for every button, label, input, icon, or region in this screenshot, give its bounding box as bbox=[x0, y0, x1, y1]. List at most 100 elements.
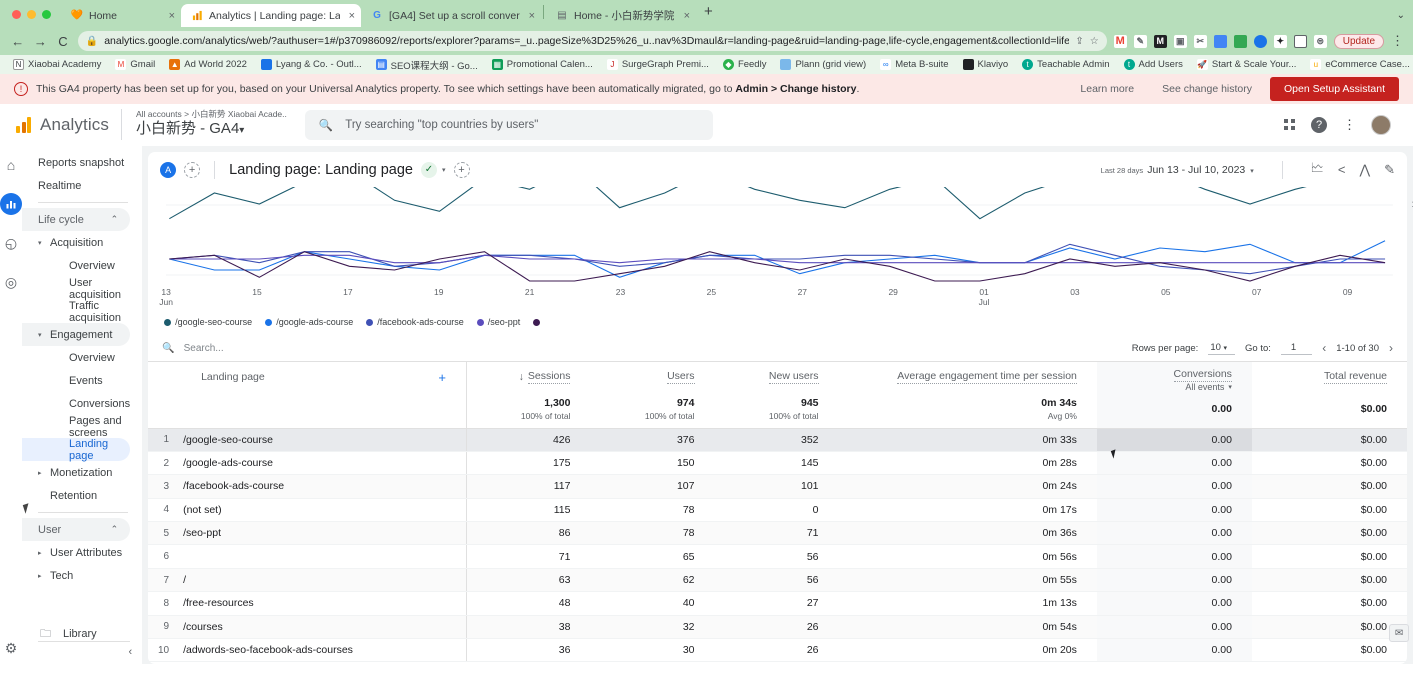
bookmark-item[interactable]: ∞Meta B-suite bbox=[873, 59, 955, 70]
account-selector[interactable]: All accounts > 小白新势 Xiaobai Acade.. 小白新势… bbox=[121, 109, 287, 140]
bookmark-item[interactable]: Klaviyo bbox=[956, 59, 1016, 70]
expand-arrow-icon[interactable]: ▾ bbox=[38, 239, 50, 247]
chevron-down-icon[interactable]: ⌄ bbox=[1397, 10, 1405, 21]
chevron-down-icon[interactable]: ▾ bbox=[239, 125, 244, 136]
bookmark-item[interactable]: Plann (grid view) bbox=[773, 59, 873, 70]
row-landing-page[interactable]: (not set) bbox=[177, 498, 466, 521]
m-extension-icon[interactable]: M bbox=[1154, 35, 1167, 48]
apps-grid-icon[interactable] bbox=[1284, 119, 1295, 130]
legend-item-4[interactable] bbox=[533, 317, 544, 327]
chevron-up-icon[interactable]: ⌃ bbox=[111, 524, 119, 535]
th-sessions[interactable]: ↓Sessions bbox=[466, 362, 590, 393]
green-extension-icon[interactable] bbox=[1234, 35, 1247, 48]
check-badge-icon[interactable]: ✓ bbox=[421, 162, 437, 178]
conversions-event-selector[interactable]: All events▾ bbox=[1097, 382, 1252, 392]
sidebar-item-acquisition-overview[interactable]: Overview bbox=[22, 254, 130, 277]
edit-icon[interactable]: ✎ bbox=[1384, 162, 1395, 178]
bookmark-item[interactable]: tAdd Users bbox=[1117, 59, 1190, 70]
insights-icon[interactable]: 🗠 bbox=[1311, 159, 1324, 181]
row-landing-page[interactable]: /google-seo-course bbox=[177, 428, 466, 451]
add-dimension-button[interactable]: + bbox=[438, 370, 446, 385]
sidebar-section-user[interactable]: User ⌃ bbox=[22, 518, 130, 541]
browser-menu-button[interactable]: ⋮ bbox=[1391, 33, 1403, 49]
chevron-up-icon[interactable]: ⌃ bbox=[111, 214, 119, 225]
clip-icon[interactable]: ✂ bbox=[1194, 35, 1207, 48]
mailchimp-icon[interactable]: M bbox=[1114, 35, 1127, 48]
analytics-logo[interactable]: Analytics bbox=[10, 115, 109, 135]
expand-arrow-icon[interactable]: ▾ bbox=[38, 331, 50, 339]
sidebar-item-realtime[interactable]: Realtime bbox=[22, 174, 130, 197]
update-button[interactable]: Update bbox=[1334, 34, 1384, 49]
next-page-button[interactable]: › bbox=[1389, 341, 1393, 355]
th-total-revenue[interactable]: Total revenue bbox=[1252, 362, 1407, 393]
row-landing-page[interactable]: /google-ads-course bbox=[177, 451, 466, 474]
sidebar-item-conversions[interactable]: Conversions bbox=[22, 392, 130, 415]
chevron-down-icon[interactable]: ▾ bbox=[442, 166, 446, 174]
table-row[interactable]: 2/google-ads-course1751501450m 28s0.00$0… bbox=[148, 451, 1407, 474]
goto-input[interactable]: 1 bbox=[1281, 342, 1312, 355]
open-setup-assistant-button[interactable]: Open Setup Assistant bbox=[1270, 77, 1399, 101]
sidebar-item-acquisition[interactable]: ▾Acquisition bbox=[22, 231, 130, 254]
chevron-down-icon[interactable]: ▾ bbox=[1224, 345, 1228, 352]
back-button[interactable]: ← bbox=[10, 34, 26, 49]
rows-per-page-select[interactable]: 10 ▾ bbox=[1208, 342, 1235, 355]
bookmark-item[interactable]: ▲Ad World 2022 bbox=[162, 59, 254, 70]
share-icon[interactable]: ⇪ bbox=[1075, 36, 1083, 47]
sidebar-item-landing-page[interactable]: Landing page bbox=[22, 438, 130, 461]
learn-more-link[interactable]: Learn more bbox=[1070, 83, 1144, 95]
sidebar-item-tech[interactable]: ▸Tech bbox=[22, 564, 130, 587]
table-row[interactable]: 10/adwords-seo-facebook-ads-courses36302… bbox=[148, 639, 1407, 662]
legend-item-2[interactable]: /facebook-ads-course bbox=[366, 317, 464, 327]
chevron-down-icon[interactable]: ▾ bbox=[1228, 383, 1232, 391]
star-icon[interactable]: ☆ bbox=[1090, 36, 1099, 47]
gear-icon[interactable]: ⚙ bbox=[0, 642, 22, 664]
row-landing-page[interactable]: /seo-ppt bbox=[177, 522, 466, 545]
bookmark-item[interactable]: ▤SEO课程大纲 - Go... bbox=[369, 58, 485, 72]
bookmark-item[interactable]: ▦Promotional Calen... bbox=[485, 59, 600, 70]
table-row[interactable]: 8/free-resources4840271m 13s0.00$0.00 bbox=[148, 592, 1407, 615]
more-options-icon[interactable]: ⋮ bbox=[1343, 117, 1355, 133]
minimize-window-button[interactable] bbox=[27, 10, 36, 19]
row-landing-page[interactable]: /adwords-seo-facebook-ads-courses bbox=[177, 639, 466, 662]
th-users[interactable]: Users bbox=[590, 362, 714, 393]
advertising-icon[interactable]: ◎ bbox=[0, 271, 22, 293]
table-row[interactable]: 4(not set)1157800m 17s0.00$0.00 bbox=[148, 498, 1407, 521]
table-row[interactable]: 67165560m 56s0.00$0.00 bbox=[148, 545, 1407, 568]
table-search[interactable]: 🔍 Search... bbox=[162, 343, 223, 354]
sidebar-item-engagement[interactable]: ▾Engagement bbox=[22, 323, 130, 346]
feedback-button[interactable]: ✉ bbox=[1389, 624, 1409, 642]
sidebar-item-pages-and-screens[interactable]: Pages and screens bbox=[22, 415, 130, 438]
see-change-history-link[interactable]: See change history bbox=[1152, 83, 1262, 95]
bookmark-item[interactable]: ◆Feedly bbox=[716, 59, 774, 70]
close-tab-button[interactable]: × bbox=[681, 10, 690, 22]
pencil-icon[interactable]: ✎ bbox=[1134, 35, 1147, 48]
line-chart[interactable]: 10 0 13Jun151719212325272901Jul03050709 bbox=[166, 187, 1393, 315]
bookmark-item[interactable]: Lyang & Co. - Outl... bbox=[254, 59, 369, 70]
table-row[interactable]: 3/facebook-ads-course1171071010m 24s0.00… bbox=[148, 475, 1407, 498]
bookmark-item[interactable]: JSurgeGraph Premi... bbox=[600, 59, 716, 70]
sidebar-section-life-cycle[interactable]: Life cycle ⌃ bbox=[22, 208, 130, 231]
browser-tab-3[interactable]: ▤ Home - 小白新势学院 × bbox=[546, 4, 696, 27]
bookmark-item[interactable]: tTeachable Admin bbox=[1015, 59, 1116, 70]
bookmark-item[interactable]: 🚀Start & Scale Your... bbox=[1190, 59, 1304, 70]
window-controls[interactable] bbox=[8, 10, 61, 27]
share-icon[interactable]: < bbox=[1338, 162, 1346, 177]
legend-item-0[interactable]: /google-seo-course bbox=[164, 317, 252, 327]
forward-button[interactable]: → bbox=[33, 34, 49, 49]
reports-icon[interactable] bbox=[0, 193, 22, 215]
add-comparison-button[interactable]: + bbox=[184, 162, 200, 178]
sidebar-item-traffic-acquisition[interactable]: Traffic acquisition bbox=[22, 300, 130, 323]
row-landing-page[interactable]: /facebook-ads-course bbox=[177, 475, 466, 498]
legend-item-1[interactable]: /google-ads-course bbox=[265, 317, 353, 327]
global-search-box[interactable]: 🔍 Try searching "top countries by users" bbox=[305, 110, 713, 140]
th-new-users[interactable]: New users bbox=[715, 362, 839, 393]
table-row[interactable]: 7/6362560m 55s0.00$0.00 bbox=[148, 568, 1407, 591]
legend-item-3[interactable]: /seo-ppt bbox=[477, 317, 521, 327]
table-row[interactable]: 9/courses3832260m 54s0.00$0.00 bbox=[148, 615, 1407, 638]
th-landing-page[interactable]: Landing page + bbox=[177, 362, 466, 393]
new-tab-button[interactable]: + bbox=[696, 3, 721, 24]
audience-badge[interactable]: A bbox=[160, 162, 176, 178]
date-range-selector[interactable]: Last 28 daysJun 13 - Jul 10, 2023▾ bbox=[1101, 164, 1254, 176]
sidebar-item-library[interactable]: 🗀 Library bbox=[22, 622, 142, 646]
sidebar-item-engagement-overview[interactable]: Overview bbox=[22, 346, 130, 369]
